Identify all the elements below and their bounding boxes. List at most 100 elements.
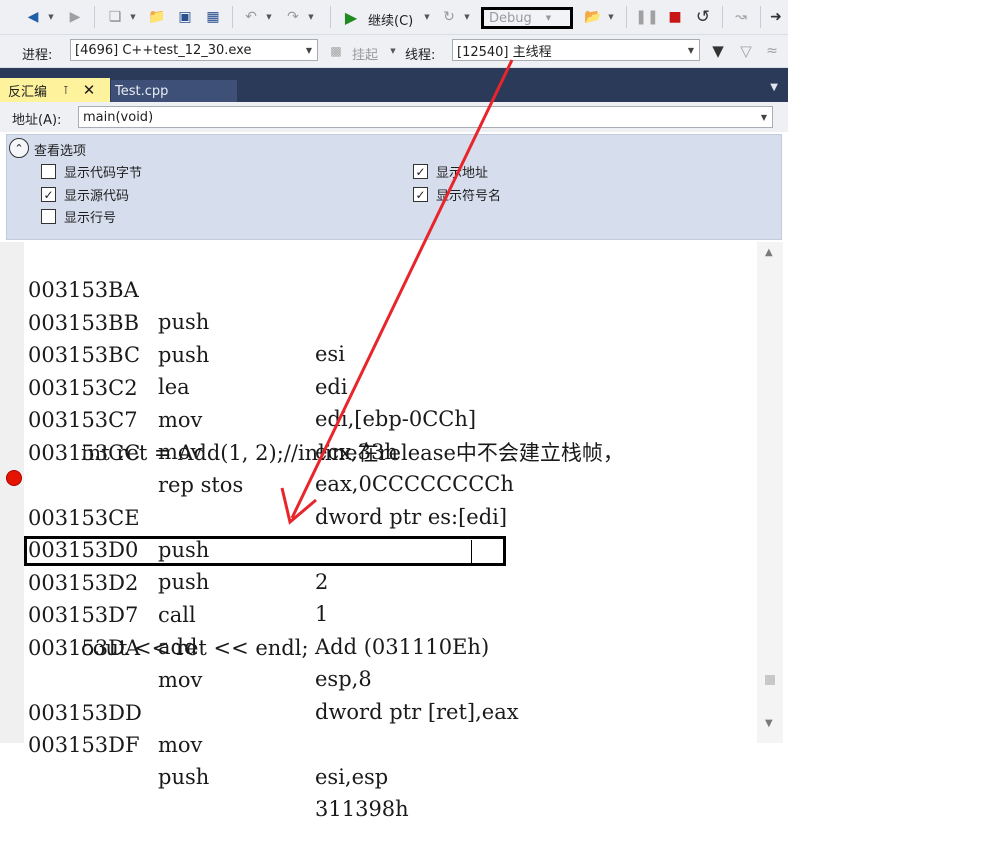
asm-operands: 311398h: [315, 797, 409, 821]
pin-icon[interactable]: ⊺: [63, 84, 69, 97]
tab-list-dropdown-icon[interactable]: ▼: [770, 82, 778, 93]
asm-mnemonic: push: [158, 765, 210, 789]
option-show-line-numbers[interactable]: 显示行号: [41, 207, 116, 226]
continue-dropdown-icon[interactable]: ▼: [422, 6, 432, 28]
asm-mnemonic: rep stos: [158, 472, 244, 497]
asm-operands: edi,[ebp-0CCh]: [315, 407, 477, 431]
asm-line[interactable]: 003153BA push esi: [28, 242, 345, 366]
option-show-address[interactable]: ✓ 显示地址: [413, 162, 488, 181]
filter-icon[interactable]: ▼: [708, 40, 728, 62]
chevron-down-icon: ▼: [687, 46, 694, 55]
breakpoint-margin[interactable]: [0, 242, 24, 743]
address-bar: 地址(A): main(void) ▼: [0, 102, 788, 132]
asm-mnemonic: push: [158, 342, 210, 367]
restart-icon[interactable]: ↺: [692, 6, 714, 28]
tab-label: 反汇编: [8, 84, 48, 100]
pause-icon[interactable]: ❚❚: [635, 6, 658, 28]
suspend-button[interactable]: 挂起: [352, 44, 378, 63]
save-icon[interactable]: ▣: [174, 6, 196, 28]
asm-line[interactable]: 003153DA mov dword ptr [ret],eax: [28, 600, 519, 724]
continue-button[interactable]: 继续(C): [368, 10, 413, 29]
refresh-icon[interactable]: ↻: [438, 6, 460, 28]
asm-operands: 1: [315, 602, 329, 626]
asm-operands: esi: [315, 342, 345, 366]
forward-icon[interactable]: ▶: [64, 6, 86, 28]
asm-mnemonic: mov: [158, 732, 203, 757]
play-icon[interactable]: ▶: [340, 6, 362, 28]
checkbox[interactable]: ✓: [41, 187, 56, 202]
source-line[interactable]: cout << ret << endl;: [81, 632, 309, 664]
scroll-down-icon[interactable]: ▼: [765, 718, 773, 729]
find-dropdown-icon[interactable]: ▼: [606, 6, 616, 28]
checkbox[interactable]: ✓: [413, 164, 428, 179]
new-dropdown-icon[interactable]: ▼: [128, 6, 138, 28]
refresh-dropdown-icon[interactable]: ▼: [462, 6, 472, 28]
back-dropdown-icon[interactable]: ▼: [46, 6, 56, 28]
scroll-thumb[interactable]: [765, 675, 775, 685]
filter-clear-icon[interactable]: ▽: [736, 40, 756, 62]
asm-operands: Add (031110Eh): [315, 634, 490, 659]
asm-mnemonic: push: [158, 570, 210, 594]
undo-icon[interactable]: ↶: [240, 6, 262, 28]
option-label: 显示地址: [436, 166, 489, 181]
undo-dropdown-icon[interactable]: ▼: [264, 6, 274, 28]
solution-config-value: Debug: [489, 10, 532, 26]
toolbar-separator: [232, 6, 233, 28]
tab-test-cpp[interactable]: Test.cpp: [111, 80, 237, 102]
checkbox[interactable]: ✓: [413, 187, 428, 202]
annotation-highlight-box: [24, 536, 506, 566]
stop-icon[interactable]: ■: [664, 6, 686, 28]
tab-disassembly[interactable]: 反汇编 ⊺ ✕: [0, 78, 110, 102]
source-line[interactable]: int ret = Add(1, 2);//inline在release中不会建…: [81, 437, 624, 469]
asm-line[interactable]: 003153DD mov esi,esp: [28, 665, 388, 789]
asm-line[interactable]: 003153C2 mov ecx,33h: [28, 340, 398, 464]
asm-mnemonic: call: [158, 602, 196, 627]
standard-toolbar: ◀ ▼ ▶ ❏ ▼ 📁 ▣ ▦ ↶ ▼ ↷ ▼ ▶ 继续(C) ▼ ↻ ▼ De…: [0, 0, 788, 35]
asm-line[interactable]: 003153D0 push 1: [28, 502, 328, 626]
save-all-icon[interactable]: ▦: [202, 6, 224, 28]
disassembly-view[interactable]: 003153BA push esi 003153BB push edi 0031…: [0, 242, 788, 821]
asm-line[interactable]: 003153DF push 311398h: [28, 697, 409, 821]
scroll-up-icon[interactable]: ▲: [765, 247, 773, 258]
address-combo[interactable]: main(void) ▼: [78, 106, 773, 128]
asm-line[interactable]: 003153C7 mov eax,0CCCCCCCCh: [28, 372, 514, 496]
asm-line[interactable]: 003153D7 add esp,8: [28, 567, 372, 691]
asm-mnemonic: lea: [158, 375, 190, 399]
flag-threads-icon[interactable]: ≈: [762, 40, 782, 62]
back-icon[interactable]: ◀: [22, 6, 44, 28]
option-label: 显示符号名: [436, 189, 502, 204]
step-over-icon[interactable]: ➜: [766, 6, 786, 28]
open-folder-icon[interactable]: 📁: [146, 6, 168, 28]
asm-line[interactable]: 003153CC rep stos dword ptr es:[edi]: [28, 405, 507, 529]
view-options-title: 查看选项: [34, 144, 87, 159]
option-show-source-code[interactable]: ✓ 显示源代码: [41, 185, 129, 204]
asm-line[interactable]: 003153BC lea edi,[ebp-0CCh]: [28, 307, 476, 431]
collapse-options-button[interactable]: ⌃: [9, 138, 29, 158]
asm-operands: 2: [315, 569, 329, 594]
redo-dropdown-icon[interactable]: ▼: [306, 6, 316, 28]
asm-line[interactable]: 003153CE push 2: [28, 470, 328, 594]
find-in-files-icon[interactable]: 📂: [582, 6, 604, 28]
option-label: 显示行号: [64, 211, 117, 226]
option-show-code-bytes[interactable]: 显示代码字节: [41, 162, 142, 181]
suspend-icon[interactable]: ▩: [328, 40, 344, 62]
checkbox[interactable]: [41, 209, 56, 224]
asm-operands: dword ptr [ret],eax: [315, 699, 519, 724]
option-show-symbol-names[interactable]: ✓ 显示符号名: [413, 185, 501, 204]
suspend-dropdown-icon[interactable]: ▼: [388, 40, 398, 62]
process-combo[interactable]: [4696] C++test_12_30.exe ▼: [70, 39, 318, 61]
solution-config-combo[interactable]: Debug ▼: [481, 7, 573, 29]
close-icon[interactable]: ✕: [83, 81, 96, 99]
redo-icon[interactable]: ↷: [282, 6, 304, 28]
option-label: 显示代码字节: [64, 166, 143, 181]
thread-combo[interactable]: [12540] 主线程 ▼: [452, 39, 700, 61]
asm-line[interactable]: 003153BB push edi: [28, 275, 348, 399]
vertical-scrollbar[interactable]: ▲ ▼: [757, 242, 783, 743]
text-caret: [471, 540, 472, 563]
breakpoint-icon[interactable]: [6, 470, 22, 486]
new-project-icon[interactable]: ❏: [104, 6, 126, 28]
view-options-panel: ⌃ 查看选项 显示代码字节 ✓ 显示源代码 显示行号 ✓ 显示地址 ✓ 显示符号…: [6, 134, 782, 240]
show-next-statement-icon[interactable]: ↝: [730, 6, 752, 28]
asm-operands: dword ptr es:[edi]: [315, 504, 508, 529]
checkbox[interactable]: [41, 164, 56, 179]
